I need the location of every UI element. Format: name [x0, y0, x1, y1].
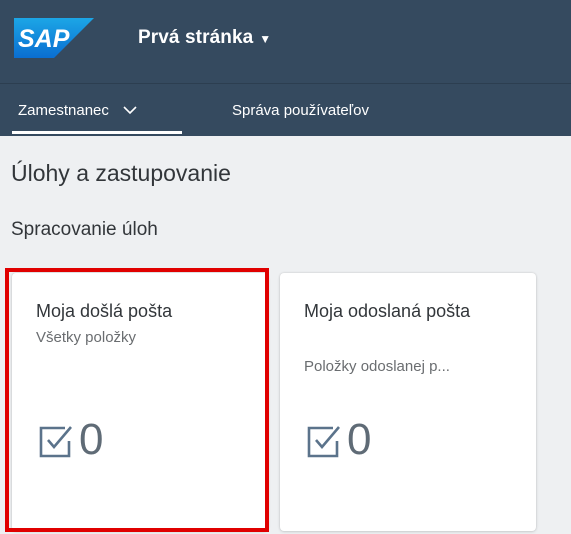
- sap-logo-text: SAP: [18, 25, 70, 53]
- nav-item-user-admin-label: Správa používateľov: [232, 101, 369, 119]
- active-tab-indicator: [12, 131, 182, 134]
- tile-kpi: 0: [305, 418, 371, 462]
- tile-title: Moja došlá pošta: [36, 301, 173, 321]
- navigation-bar: Zamestnanec Správa používateľov: [0, 83, 571, 136]
- tile-count: 0: [79, 415, 104, 464]
- tile-kpi: 0: [37, 418, 103, 462]
- tile-title: Moja odoslaná pošta: [304, 301, 471, 321]
- caret-down-icon: ▼: [259, 32, 272, 46]
- nav-item-user-admin[interactable]: Správa používateľov: [232, 84, 369, 136]
- task-checkbox-icon: [307, 426, 340, 458]
- chevron-down-icon: [123, 106, 137, 115]
- tile-subtitle: Všetky položky: [36, 329, 137, 346]
- sap-logo[interactable]: SAP: [14, 18, 94, 58]
- page-menu-button[interactable]: Prvá stránka ▼: [138, 27, 271, 49]
- tile-count: 0: [347, 415, 372, 464]
- section-title: Úlohy a zastupovanie: [11, 160, 231, 186]
- group-title: Spracovanie úloh: [11, 219, 158, 240]
- nav-item-employee[interactable]: Zamestnanec: [18, 84, 137, 136]
- page-menu-label: Prvá stránka: [138, 27, 254, 48]
- tile-subtitle: Položky odoslanej p...: [304, 358, 450, 375]
- nav-item-employee-label: Zamestnanec: [18, 101, 109, 119]
- tile-my-outbox[interactable]: Moja odoslaná pošta Položky odoslanej p.…: [280, 273, 536, 531]
- shell-bar: SAP Prvá stránka ▼: [0, 0, 571, 83]
- tile-my-inbox[interactable]: Moja došlá pošta Všetky položky 0: [12, 273, 268, 531]
- task-checkbox-icon: [39, 426, 72, 458]
